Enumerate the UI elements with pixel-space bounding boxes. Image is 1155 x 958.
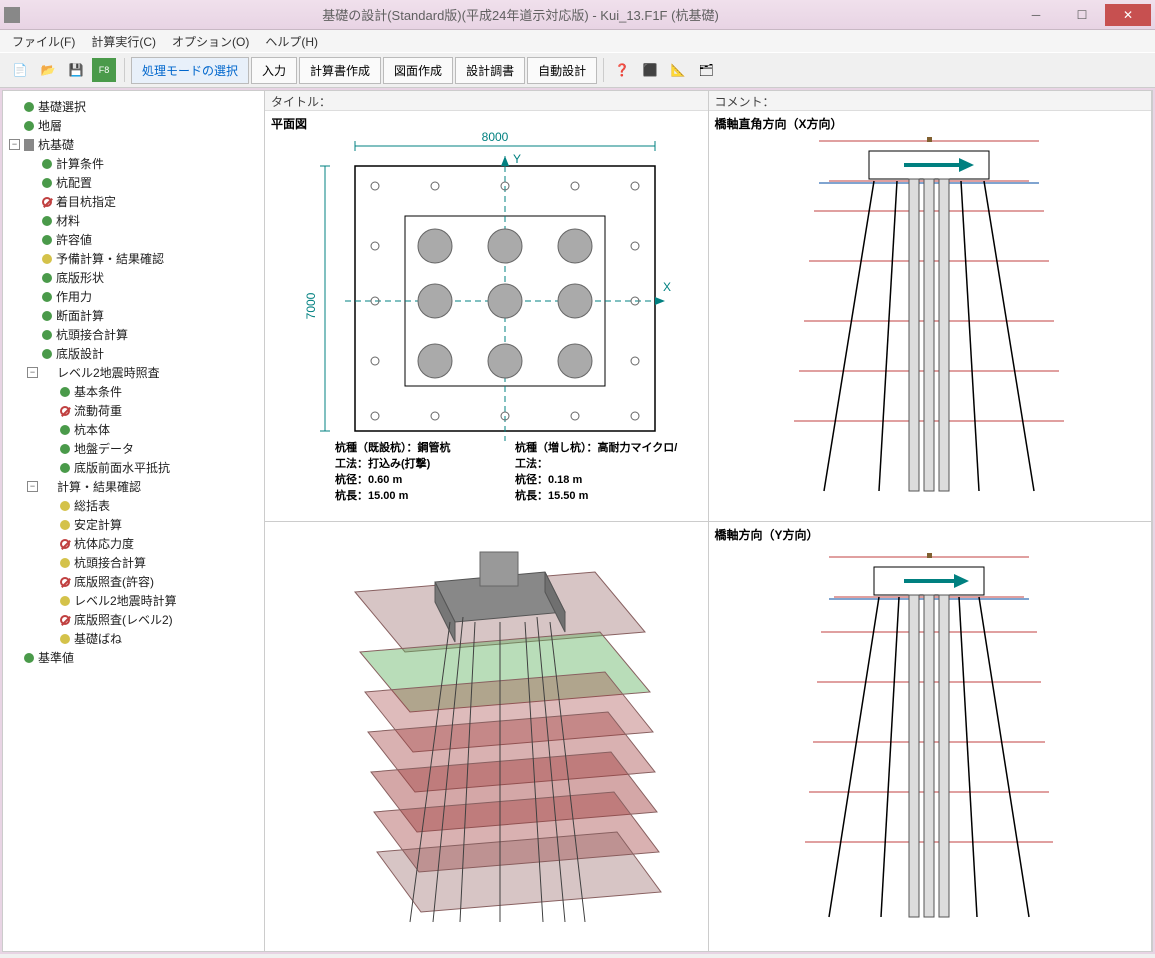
info-text: 工法：打込み(打撃) <box>335 455 430 471</box>
mode-select-button[interactable]: 処理モードの選択 <box>131 57 249 84</box>
tree-node[interactable]: 杭頭接合計算 <box>45 553 260 572</box>
svg-text:X: X <box>663 280 671 294</box>
title-header: タイトル： <box>265 91 708 111</box>
info-text: 杭長：15.50 m <box>515 487 588 503</box>
maximize-button[interactable]: ☐ <box>1059 4 1105 26</box>
tree-node[interactable]: 基準値 <box>9 648 260 667</box>
forbidden-icon <box>60 539 70 549</box>
3d-svg <box>265 522 705 942</box>
tool1-icon[interactable]: 📐 <box>666 58 690 82</box>
plan-view-cell: タイトル： 平面図 8000 7000 <box>265 91 709 521</box>
tree-node[interactable]: 予備計算・結果確認 <box>27 249 260 268</box>
close-button[interactable]: ✕ <box>1105 4 1151 26</box>
info-text: 杭長：15.00 m <box>335 487 408 503</box>
export-icon[interactable]: F8 <box>92 58 116 82</box>
titlebar: 基礎の設計(Standard版)(平成24年道示対応版) - Kui_13.F1… <box>0 0 1155 30</box>
tree-node[interactable]: 断面計算 <box>27 306 260 325</box>
svg-text:7000: 7000 <box>304 292 318 319</box>
tree-node[interactable]: 底版前面水平抵抗 <box>45 458 260 477</box>
forbidden-icon <box>60 577 70 587</box>
collapse-icon[interactable]: − <box>27 481 38 492</box>
collapse-icon[interactable]: − <box>27 367 38 378</box>
minimize-button[interactable]: ─ <box>1013 4 1059 26</box>
info-text: 杭径：0.60 m <box>335 471 402 487</box>
forbidden-icon <box>60 406 70 416</box>
mode-calcreport-button[interactable]: 計算書作成 <box>299 57 381 84</box>
svg-text:8000: 8000 <box>482 130 509 144</box>
cube-icon[interactable]: ⬛ <box>638 58 662 82</box>
info-text: 杭径：0.18 m <box>515 471 582 487</box>
plan-title: 平面図 <box>271 115 307 132</box>
tree-node[interactable]: 材料 <box>27 211 260 230</box>
help-icon[interactable]: ❓ <box>610 58 634 82</box>
elev-y-svg <box>709 522 1149 932</box>
view-3d-cell <box>265 522 709 952</box>
tree-node[interactable]: 安定計算 <box>45 515 260 534</box>
tree-node[interactable]: 基礎ばね <box>45 629 260 648</box>
tree-node[interactable]: 杭頭接合計算 <box>27 325 260 344</box>
tree-node[interactable]: 着目杭指定 <box>27 192 260 211</box>
trash-icon <box>24 139 34 151</box>
tree-node[interactable]: −杭基礎 <box>9 135 260 154</box>
tree-node[interactable]: 底版形状 <box>27 268 260 287</box>
tree-node[interactable]: 底版照査(レベル2) <box>45 610 260 629</box>
forbidden-icon <box>42 197 52 207</box>
mode-drawing-button[interactable]: 図面作成 <box>383 57 453 84</box>
tree-node[interactable]: −計算・結果確認 <box>27 477 260 496</box>
svg-text:Y: Y <box>513 152 521 166</box>
tool2-icon[interactable]: 🗂 <box>694 58 718 82</box>
tree-node[interactable]: −レベル2地震時照査 <box>27 363 260 382</box>
tree-node[interactable]: 底版設計 <box>27 344 260 363</box>
mode-designbook-button[interactable]: 設計調書 <box>455 57 525 84</box>
elev-x-svg <box>709 111 1149 501</box>
menu-option[interactable]: オプション(O) <box>166 31 255 52</box>
elev-y-title: 橋軸方向（Y方向） <box>715 526 819 543</box>
tree-node[interactable]: 作用力 <box>27 287 260 306</box>
forbidden-icon <box>60 615 70 625</box>
tree-node[interactable]: 杭配置 <box>27 173 260 192</box>
info-text: 杭種（増し杭）：高耐力マイクロ/ <box>515 439 677 455</box>
elev-x-cell: コメント： 橋軸直角方向（X方向） <box>709 91 1153 521</box>
elev-y-view[interactable]: 橋軸方向（Y方向） <box>709 522 1152 952</box>
info-text: 杭種（既設杭）：鋼管杭 <box>335 439 451 455</box>
menu-file[interactable]: ファイル(F) <box>6 31 81 52</box>
tree-node[interactable]: レベル2地震時計算 <box>45 591 260 610</box>
elev-y-cell: 橋軸方向（Y方向） <box>709 522 1153 952</box>
tree-node[interactable]: 基本条件 <box>45 382 260 401</box>
new-icon[interactable]: 📄 <box>8 58 32 82</box>
collapse-icon[interactable]: − <box>9 139 20 150</box>
elev-x-title: 橋軸直角方向（X方向） <box>715 115 843 132</box>
tree-node[interactable]: 杭本体 <box>45 420 260 439</box>
info-text: 工法： <box>515 455 548 471</box>
view-3d[interactable] <box>265 522 708 952</box>
app-icon <box>4 7 20 23</box>
menu-calc[interactable]: 計算実行(C) <box>85 31 162 52</box>
save-icon[interactable]: 💾 <box>64 58 88 82</box>
view-area: タイトル： 平面図 8000 7000 <box>265 91 1152 951</box>
statusbar <box>0 954 1155 958</box>
menubar: ファイル(F) 計算実行(C) オプション(O) ヘルプ(H) <box>0 30 1155 52</box>
tree-node[interactable]: 地層 <box>9 116 260 135</box>
mode-autodesign-button[interactable]: 自動設計 <box>527 57 597 84</box>
plan-view[interactable]: 平面図 8000 7000 <box>265 111 708 521</box>
elev-x-view[interactable]: 橋軸直角方向（X方向） <box>709 111 1152 521</box>
tree-panel[interactable]: 基礎選択 地層 −杭基礎 計算条件 杭配置 着目杭指定 材料 許容値 予備計算・… <box>3 91 265 951</box>
tree-node[interactable]: 底版照査(許容) <box>45 572 260 591</box>
toolbar: 📄 📂 💾 F8 処理モードの選択 入力 計算書作成 図面作成 設計調書 自動設… <box>0 52 1155 88</box>
tree-node[interactable]: 総括表 <box>45 496 260 515</box>
tree-node[interactable]: 許容値 <box>27 230 260 249</box>
window-title: 基礎の設計(Standard版)(平成24年道示対応版) - Kui_13.F1… <box>28 5 1013 24</box>
open-icon[interactable]: 📂 <box>36 58 60 82</box>
comment-header: コメント： <box>709 91 1152 111</box>
tree-node[interactable]: 計算条件 <box>27 154 260 173</box>
mode-input-button[interactable]: 入力 <box>251 57 297 84</box>
tree-node[interactable]: 基礎選択 <box>9 97 260 116</box>
tree-node[interactable]: 流動荷重 <box>45 401 260 420</box>
menu-help[interactable]: ヘルプ(H) <box>259 31 324 52</box>
main-area: 基礎選択 地層 −杭基礎 計算条件 杭配置 着目杭指定 材料 許容値 予備計算・… <box>2 90 1153 952</box>
tree-node[interactable]: 地盤データ <box>45 439 260 458</box>
tree-node[interactable]: 杭体応力度 <box>45 534 260 553</box>
